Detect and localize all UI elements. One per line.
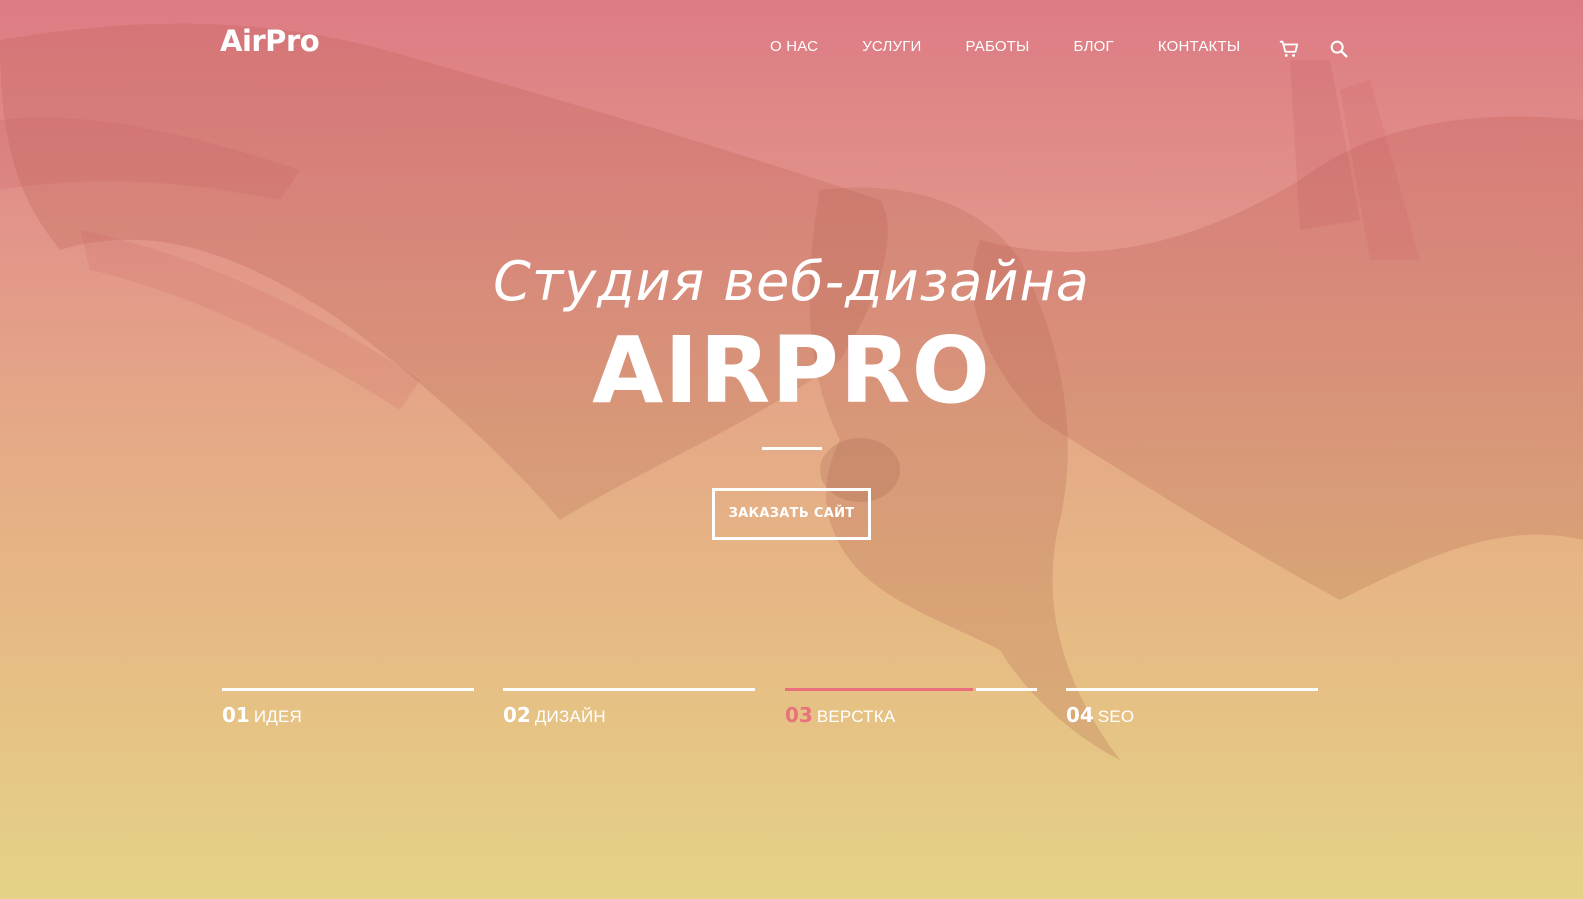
step-bar xyxy=(785,688,1037,691)
step-idea[interactable]: 01 ИДЕЯ xyxy=(222,688,474,727)
step-name: ВЕРСТКА xyxy=(816,707,896,726)
step-bar xyxy=(503,688,755,691)
nav-item-services[interactable]: УСЛУГИ xyxy=(862,38,921,55)
step-progress-bar xyxy=(785,688,974,691)
step-progress-gap xyxy=(973,688,976,691)
step-number-active: 03 xyxy=(785,703,813,727)
nav-item-contacts[interactable]: КОНТАКТЫ xyxy=(1158,38,1241,55)
order-site-button[interactable]: ЗАКАЗАТЬ САЙТ xyxy=(711,488,872,541)
step-number: 01 xyxy=(222,703,250,727)
search-icon[interactable] xyxy=(1328,38,1350,60)
step-bar xyxy=(1066,688,1318,691)
cart-icon[interactable] xyxy=(1278,38,1300,60)
logo[interactable]: AirPro xyxy=(220,24,320,58)
step-number: 02 xyxy=(503,703,531,727)
step-label: 01 ИДЕЯ xyxy=(222,703,474,727)
hero-title: AIRPRO xyxy=(592,316,991,424)
main-nav: О НАС УСЛУГИ РАБОТЫ БЛОГ КОНТАКТЫ xyxy=(770,38,1284,55)
hero-section: Студия веб-дизайна AIRPRO ЗАКАЗАТЬ САЙТ xyxy=(0,250,1583,541)
step-name: SEO xyxy=(1097,707,1135,726)
step-layout[interactable]: 03 ВЕРСТКА xyxy=(785,688,1037,727)
hero-subtitle: Студия веб-дизайна xyxy=(493,250,1090,313)
step-bar xyxy=(222,688,474,691)
step-design[interactable]: 02 ДИЗАЙН xyxy=(503,688,755,727)
step-label: 04 SEO xyxy=(1066,703,1318,727)
step-name: ИДЕЯ xyxy=(253,707,302,726)
step-label: 02 ДИЗАЙН xyxy=(503,703,755,727)
nav-item-works[interactable]: РАБОТЫ xyxy=(966,38,1030,55)
site-header: AirPro О НАС УСЛУГИ РАБОТЫ БЛОГ КОНТАКТЫ xyxy=(0,0,1583,96)
step-number: 04 xyxy=(1066,703,1094,727)
nav-item-blog[interactable]: БЛОГ xyxy=(1074,38,1114,55)
step-seo[interactable]: 04 SEO xyxy=(1066,688,1318,727)
step-name: ДИЗАЙН xyxy=(534,707,606,726)
step-label: 03 ВЕРСТКА xyxy=(785,703,1037,727)
nav-item-about[interactable]: О НАС xyxy=(770,38,818,55)
